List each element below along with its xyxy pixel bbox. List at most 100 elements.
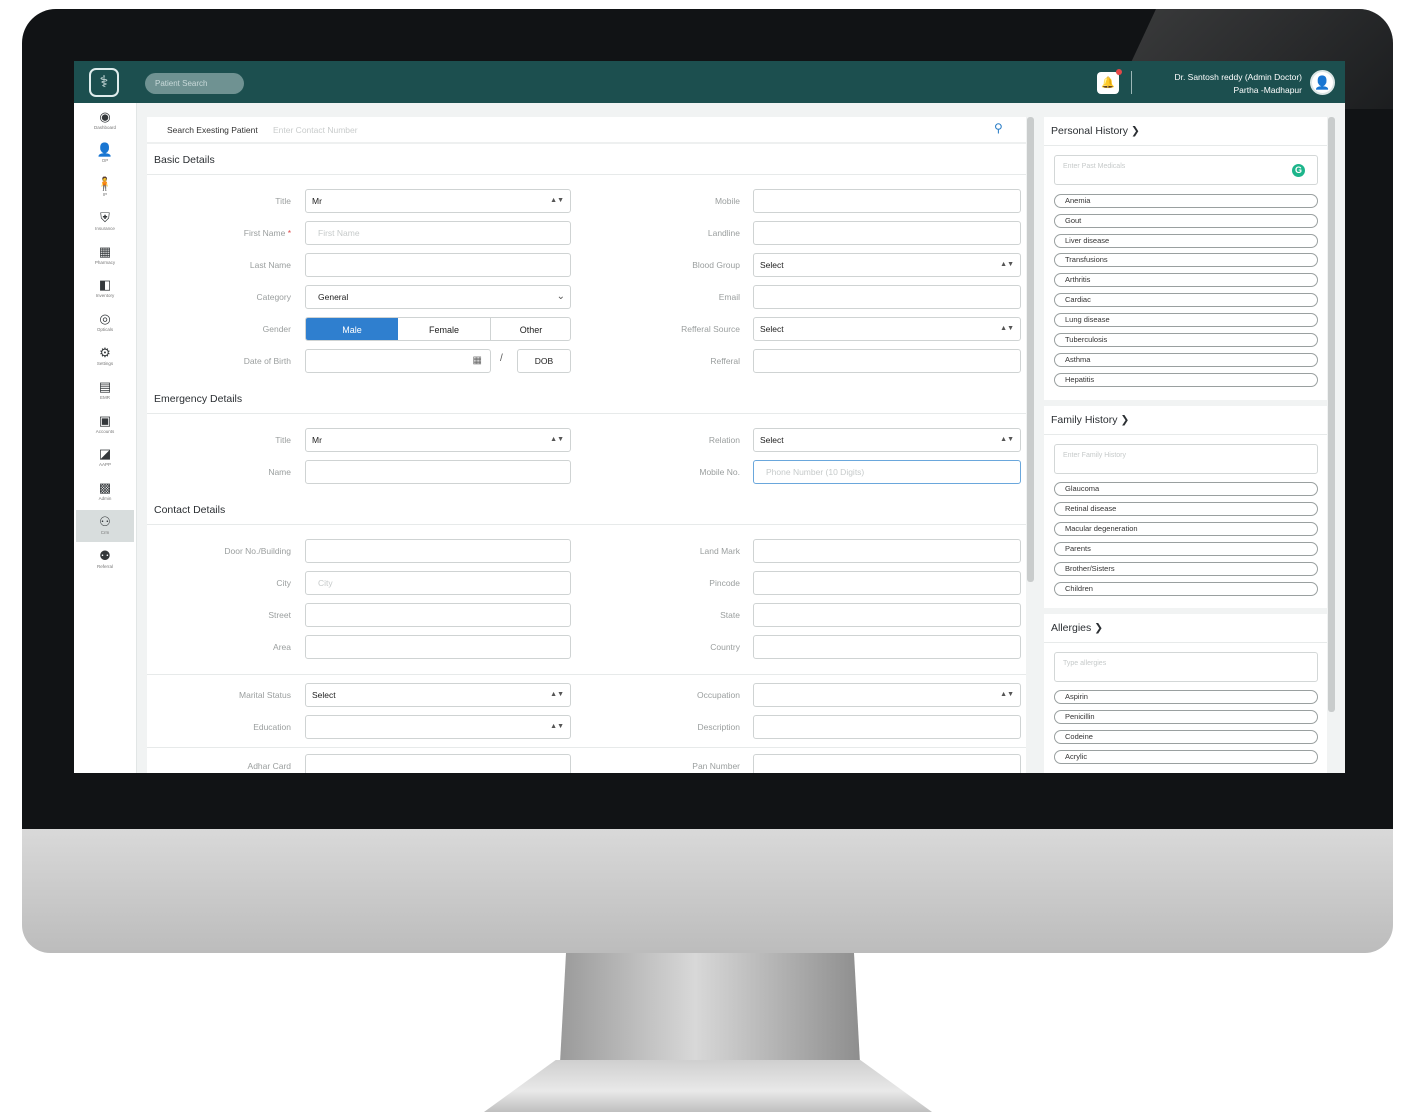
contact-search-input[interactable]: Enter Contact Number — [273, 125, 358, 135]
sidebar-item-settings[interactable]: ⚙ Settings — [76, 341, 134, 373]
section-divider — [147, 674, 1026, 675]
referral-source-select[interactable]: Select ▲▼ — [753, 317, 1021, 341]
family-history-input[interactable]: Enter Family History — [1054, 444, 1318, 474]
sidebar-item-aapp[interactable]: ◪ AAPP — [76, 442, 134, 474]
door-input[interactable] — [305, 539, 571, 563]
chevron-right-icon: ❯ — [1120, 414, 1130, 426]
sidebar-item-accounts[interactable]: ▣ Accounts — [76, 409, 134, 441]
pan-input[interactable] — [753, 754, 1021, 773]
education-select[interactable]: ▲▼ — [305, 715, 571, 739]
sidebar-item-label: Referral — [96, 564, 113, 569]
personal-history-item[interactable]: Transfusions — [1054, 253, 1318, 267]
form-scrollbar[interactable] — [1027, 117, 1034, 582]
personal-history-item[interactable]: Asthma — [1054, 353, 1318, 367]
allergy-item[interactable]: Penicillin — [1054, 710, 1318, 724]
sidebar-item-dashboard[interactable]: ◉ Dashboard — [76, 105, 134, 137]
emergency-mobile-input[interactable]: Phone Number (10 Digits) — [753, 460, 1021, 484]
category-select[interactable]: General ⌄ — [305, 285, 571, 309]
personal-history-item[interactable]: Gout — [1054, 214, 1318, 228]
dob-input[interactable]: ▦ — [305, 349, 491, 373]
stethoscope-logo-icon[interactable]: ⚕ — [89, 68, 119, 97]
card-divider — [1044, 145, 1327, 146]
sidebar-item-crm[interactable]: ⚇ Crm — [76, 510, 134, 542]
chevron-down-icon: ⌄ — [556, 291, 565, 302]
relation-select[interactable]: Select ▲▼ — [753, 428, 1021, 452]
avatar[interactable]: 👤 — [1310, 70, 1335, 95]
gender-other-option[interactable]: Other — [491, 318, 570, 340]
state-input[interactable] — [753, 603, 1021, 627]
area-input[interactable] — [305, 635, 571, 659]
adhar-input[interactable] — [305, 754, 571, 773]
personal-history-item[interactable]: Arthritis — [1054, 273, 1318, 287]
city-input[interactable]: City — [305, 571, 571, 595]
pincode-input[interactable] — [753, 571, 1021, 595]
sidebar-item-pharmacy[interactable]: ▦ Pharmacy — [76, 240, 134, 272]
personal-history-item[interactable]: Hepatitis — [1054, 373, 1318, 387]
family-history-title[interactable]: Family History ❯ — [1051, 414, 1129, 426]
mobile-input[interactable] — [753, 189, 1021, 213]
personal-history-item[interactable]: Anemia — [1054, 194, 1318, 208]
dob-button[interactable]: DOB — [517, 349, 571, 373]
sidebar-item-ip[interactable]: 🧍 IP — [76, 172, 134, 204]
occupation-select[interactable]: ▲▼ — [753, 683, 1021, 707]
sidebar: ◉ Dashboard 👤 OP 🧍 IP ⛨ Insurance ▦ Pharmacy … — [74, 103, 137, 773]
sidebar-item-emr[interactable]: ▤ EMR — [76, 375, 134, 407]
gender-male-option[interactable]: Male — [306, 318, 398, 340]
sidebar-item-label: Opticals — [96, 327, 114, 332]
past-medicals-input[interactable]: Enter Past Medicals G — [1054, 155, 1318, 185]
allergies-input[interactable]: Type allergies — [1054, 652, 1318, 682]
landmark-input[interactable] — [753, 539, 1021, 563]
allergy-item[interactable]: Aspirin — [1054, 690, 1318, 704]
section-divider — [147, 524, 1026, 525]
emergency-title-select[interactable]: Mr ▲▼ — [305, 428, 571, 452]
family-history-item[interactable]: Macular degeneration — [1054, 522, 1318, 536]
description-input[interactable] — [753, 715, 1021, 739]
referral-input[interactable] — [753, 349, 1021, 373]
referral-icon: ⚉ — [99, 548, 111, 563]
insurance-icon: ⛨ — [100, 210, 110, 225]
street-input[interactable] — [305, 603, 571, 627]
gender-female-option[interactable]: Female — [398, 318, 491, 340]
personal-history-item[interactable]: Liver disease — [1054, 234, 1318, 248]
first-name-input[interactable]: First Name — [305, 221, 571, 245]
calendar-icon[interactable]: ▦ — [473, 350, 482, 372]
personal-history-item[interactable]: Tuberculosis — [1054, 333, 1318, 347]
family-history-item[interactable]: Glaucoma — [1054, 482, 1318, 496]
landline-input[interactable] — [753, 221, 1021, 245]
family-history-item[interactable]: Brother/Sisters — [1054, 562, 1318, 576]
title-select[interactable]: Mr ▲▼ — [305, 189, 571, 213]
sidebar-item-referral[interactable]: ⚉ Referral — [76, 544, 134, 576]
sidebar-item-insurance[interactable]: ⛨ Insurance — [76, 206, 134, 238]
sidebar-item-opticals[interactable]: ◎ Opticals — [76, 307, 134, 339]
sidebar-item-inventory[interactable]: ◧ Inventory — [76, 273, 134, 305]
allergy-item[interactable]: Acrylic — [1054, 750, 1318, 764]
allergies-title[interactable]: Allergies ❯ — [1051, 622, 1103, 634]
patient-search-input[interactable]: Patient Search — [145, 73, 244, 94]
blood-group-select[interactable]: Select ▲▼ — [753, 253, 1021, 277]
emergency-details-title: Emergency Details — [154, 393, 243, 405]
search-icon[interactable]: ⚲ — [994, 121, 1003, 135]
personal-history-item[interactable]: Cardiac — [1054, 293, 1318, 307]
personal-history-title[interactable]: Personal History ❯ — [1051, 125, 1140, 137]
family-history-item[interactable]: Retinal disease — [1054, 502, 1318, 516]
monitor-scene: ⚕ Patient Search 🔔 Dr. Santosh reddy (Ad… — [0, 0, 1409, 1115]
bell-icon[interactable]: 🔔 — [1097, 72, 1119, 94]
personal-history-item[interactable]: Lung disease — [1054, 313, 1318, 327]
sidebar-item-admin[interactable]: ▩ Admin — [76, 476, 134, 508]
topbar-divider — [1131, 71, 1132, 94]
allergy-item[interactable]: Codeine — [1054, 730, 1318, 744]
category-value: General — [318, 292, 349, 302]
sidebar-item-label: AAPP — [98, 462, 111, 467]
dashboard-icon: ◉ — [99, 109, 111, 124]
family-history-item[interactable]: Parents — [1054, 542, 1318, 556]
title-label: Title — [275, 196, 291, 206]
last-name-input[interactable] — [305, 253, 571, 277]
grammarly-icon[interactable]: G — [1292, 164, 1305, 177]
family-history-item[interactable]: Children — [1054, 582, 1318, 596]
history-scrollbar[interactable] — [1328, 117, 1335, 712]
country-input[interactable] — [753, 635, 1021, 659]
email-input[interactable] — [753, 285, 1021, 309]
marital-status-select[interactable]: Select ▲▼ — [305, 683, 571, 707]
emergency-name-input[interactable] — [305, 460, 571, 484]
sidebar-item-op[interactable]: 👤 OP — [76, 138, 134, 170]
